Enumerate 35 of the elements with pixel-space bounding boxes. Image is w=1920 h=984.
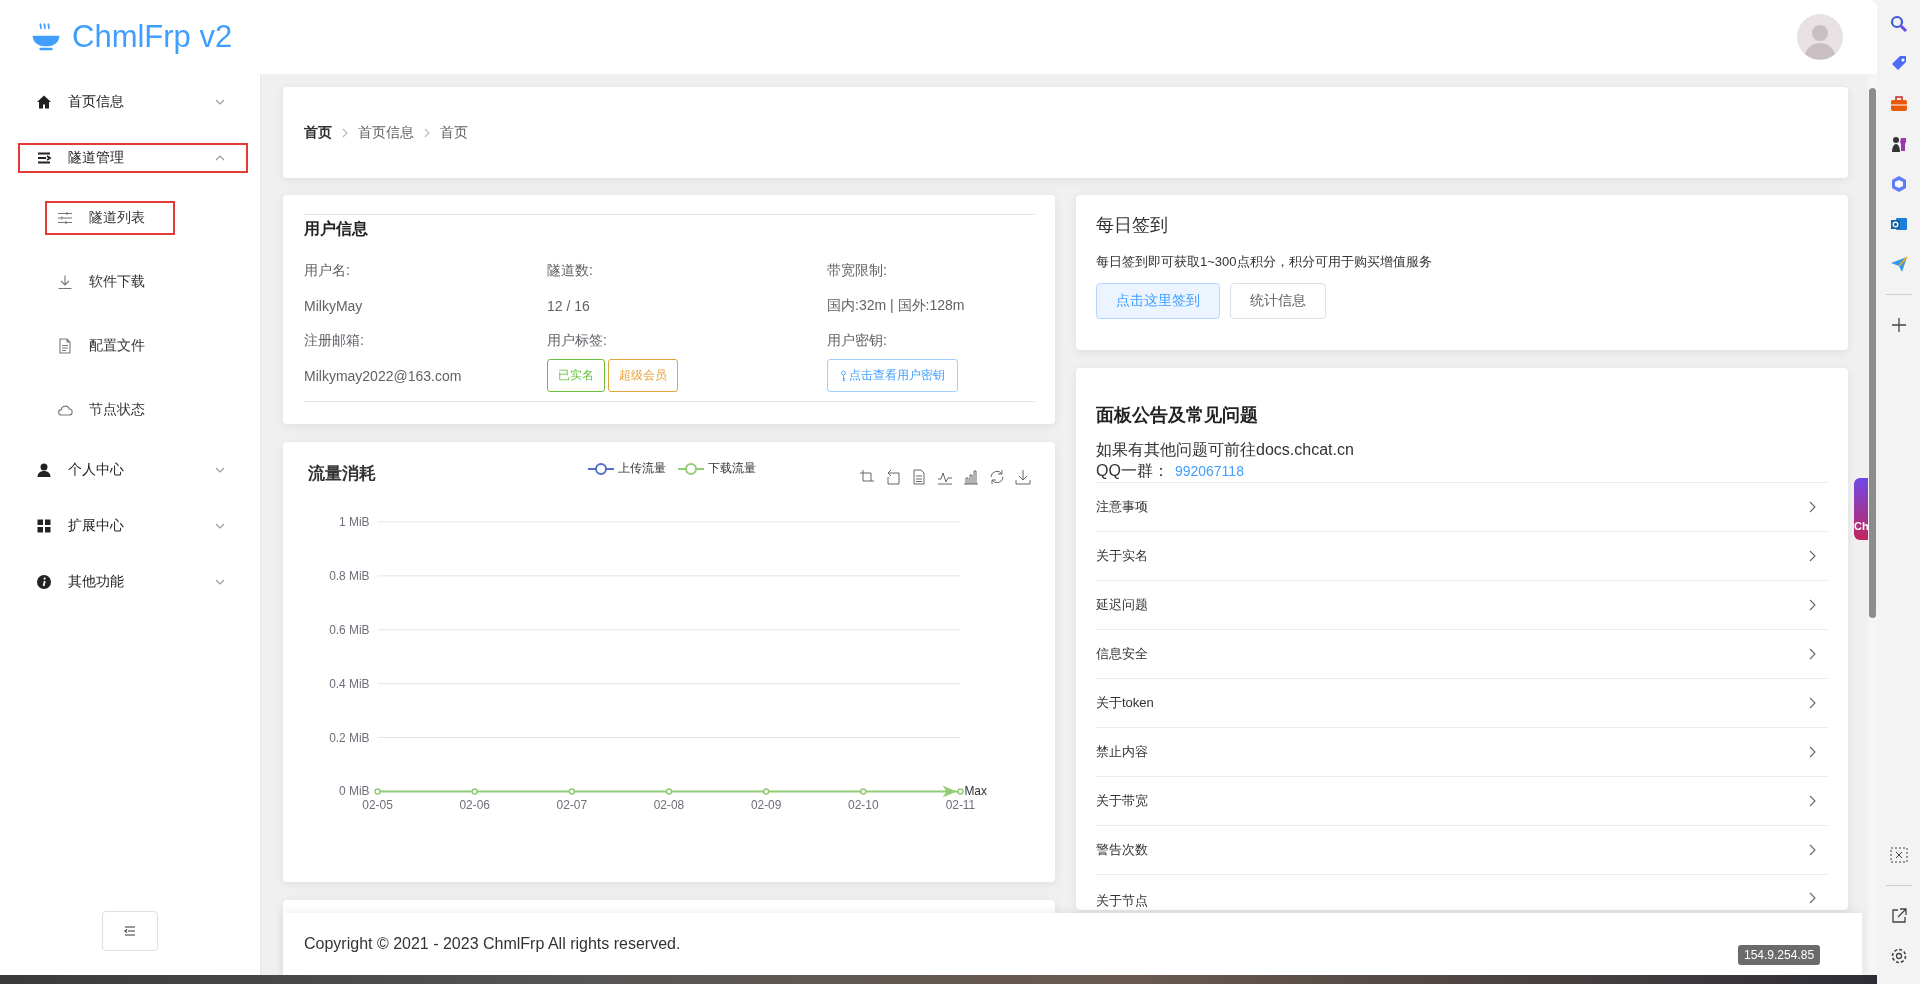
max-label: Max xyxy=(964,784,987,799)
user-tag: 已实名 xyxy=(547,359,605,392)
field-value: Milkymay2022@163.com xyxy=(304,367,462,384)
sign-in-description: 每日签到即可获取1~300点积分，积分可用于购买增值服务 xyxy=(1096,253,1433,271)
field-label: 注册邮箱: xyxy=(304,331,365,350)
x-tick-label: 02-10 xyxy=(848,798,879,813)
card-title: 每日签到 xyxy=(1096,214,1169,237)
y-tick-label: 0 MiB xyxy=(339,784,370,799)
card-title: 面板公告及常见问题 xyxy=(1096,404,1259,427)
x-tick-label: 02-09 xyxy=(750,798,782,813)
field-label: 带宽限制: xyxy=(827,261,888,280)
field-label: 用户密钥: xyxy=(827,331,888,350)
chart-title: 流量消耗 xyxy=(308,462,376,485)
copyright-text: Copyright © 2021 - 2023 ChmlFrp All rights reserved. xyxy=(304,935,681,953)
ip-badge: 154.9.254.85 xyxy=(1738,945,1821,965)
field-label: 隧道数: xyxy=(547,261,594,280)
y-tick-label: 0.4 MiB xyxy=(329,676,370,691)
user-tag: 超级会员 xyxy=(608,359,678,392)
field-value: 12 / 16 xyxy=(547,297,590,314)
qq-label: QQ一群： xyxy=(1096,462,1169,479)
field-value: MilkyMay xyxy=(304,297,363,314)
field-label: 用户标签: xyxy=(547,331,608,350)
x-tick-label: 02-05 xyxy=(362,798,393,813)
y-tick-label: 0.8 MiB xyxy=(329,568,370,583)
y-tick-label: 0.6 MiB xyxy=(329,622,370,637)
x-tick-label: 02-08 xyxy=(653,798,685,813)
card-title: 用户信息 xyxy=(304,214,1035,253)
y-tick-label: 1 MiB xyxy=(339,514,370,529)
x-tick-label: 02-06 xyxy=(459,798,490,813)
field-label: 用户名: xyxy=(304,261,351,280)
faq-note: 如果有其他问题可前往docs.chcat.cn xyxy=(1096,440,1355,460)
field-value: 国内:32m | 国外:128m xyxy=(827,296,965,315)
x-tick-label: 02-11 xyxy=(945,798,976,813)
y-tick-label: 0.2 MiB xyxy=(329,730,370,745)
x-tick-label: 02-07 xyxy=(556,798,588,813)
